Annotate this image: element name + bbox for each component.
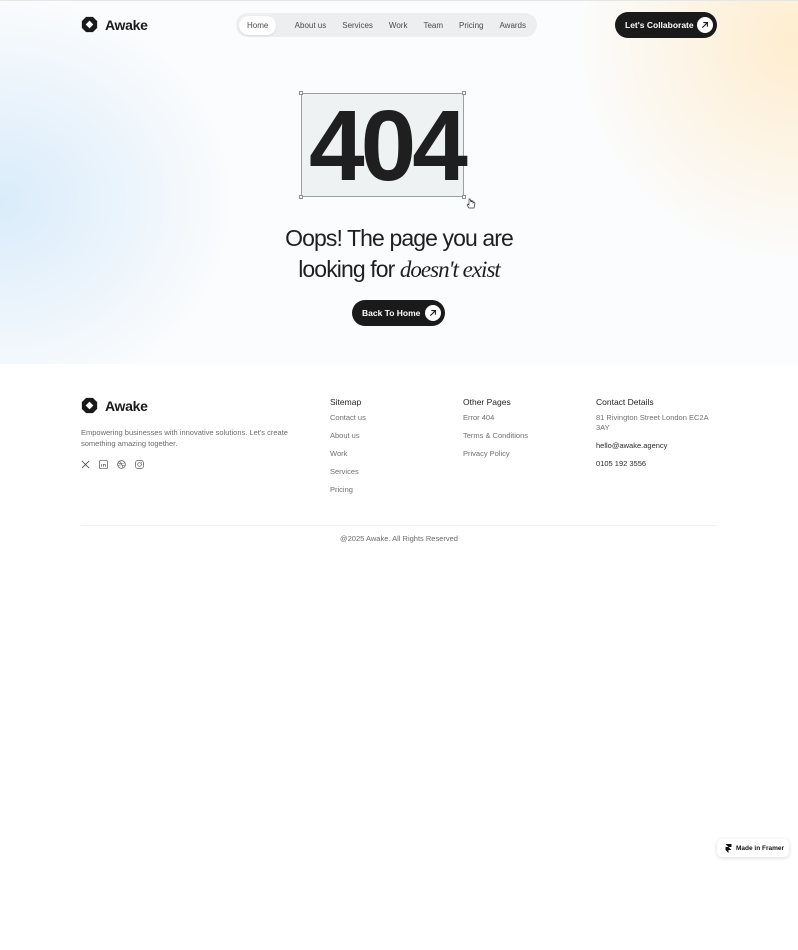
- awake-logo-icon: [81, 397, 98, 414]
- contact-email-link[interactable]: hello@awake.agency: [596, 441, 717, 451]
- sitemap-link-about[interactable]: About us: [330, 431, 366, 441]
- footer-logo[interactable]: Awake: [81, 397, 148, 414]
- main-nav: Home About us Services Work Team Pricing…: [236, 13, 537, 37]
- nav-item-services[interactable]: Services: [334, 16, 381, 35]
- sitemap-link-contact[interactable]: Contact us: [330, 413, 366, 423]
- footer-description: Empowering businesses with innovative so…: [81, 428, 288, 448]
- resize-handle[interactable]: [299, 91, 303, 95]
- framer-icon: [725, 843, 732, 853]
- arrow-up-right-icon: [697, 17, 713, 33]
- made-in-framer-badge[interactable]: Made in Framer: [717, 839, 789, 857]
- other-link-terms[interactable]: Terms & Conditions: [463, 431, 528, 441]
- other-pages-column: Other Pages Error 404 Terms & Conditions…: [463, 397, 528, 467]
- nav-item-home[interactable]: Home: [239, 15, 277, 35]
- other-link-error-404[interactable]: Error 404: [463, 413, 528, 423]
- other-pages-title: Other Pages: [463, 397, 511, 407]
- nav-item-awards[interactable]: Awards: [491, 16, 534, 35]
- footer-brand-name: Awake: [105, 397, 148, 414]
- resize-handle[interactable]: [299, 195, 303, 199]
- brand-name: Awake: [105, 16, 148, 33]
- made-in-framer-label: Made in Framer: [736, 844, 785, 852]
- sitemap-link-pricing[interactable]: Pricing: [330, 485, 366, 495]
- nav-item-about-us[interactable]: About us: [287, 16, 335, 35]
- lets-collaborate-label: Let's Collaborate: [625, 20, 694, 30]
- error-code: 404: [309, 90, 468, 202]
- instagram-icon[interactable]: [135, 460, 144, 469]
- other-link-privacy[interactable]: Privacy Policy: [463, 449, 528, 459]
- x-icon[interactable]: [81, 460, 90, 469]
- sitemap-column: Sitemap Contact us About us Work Service…: [330, 397, 366, 503]
- lets-collaborate-button[interactable]: Let's Collaborate: [615, 12, 717, 38]
- nav-item-work[interactable]: Work: [381, 16, 416, 35]
- social-links: [81, 460, 144, 469]
- arrow-up-right-icon: [425, 305, 441, 321]
- headline-line-1: Oops! The page you are: [285, 225, 514, 251]
- contact-phone-link[interactable]: 0105 192 3556: [596, 459, 717, 469]
- awake-logo-icon: [81, 16, 98, 33]
- linkedin-icon[interactable]: [99, 460, 108, 469]
- contact-column: Contact Details 81 Rivington Street Lond…: [596, 397, 717, 477]
- back-to-home-button[interactable]: Back To Home: [352, 300, 445, 326]
- sitemap-title: Sitemap: [330, 397, 362, 407]
- footer-divider: [81, 525, 717, 526]
- hand-cursor-icon: [466, 198, 476, 209]
- sitemap-link-work[interactable]: Work: [330, 449, 366, 459]
- dribbble-icon[interactable]: [117, 460, 126, 469]
- sitemap-link-services[interactable]: Services: [330, 467, 366, 477]
- error-headline: Oops! The page you are looking for doesn…: [250, 223, 548, 285]
- headline-line-2: looking for: [298, 256, 400, 282]
- contact-address: 81 Rivington Street London EC2A 3AY: [596, 413, 709, 432]
- hero-section: Awake Home About us Services Work Team P…: [0, 0, 798, 364]
- brand-logo[interactable]: Awake: [81, 16, 148, 33]
- contact-title: Contact Details: [596, 397, 654, 407]
- copyright: @2025 Awake. All Rights Reserved: [340, 534, 458, 543]
- nav-item-pricing[interactable]: Pricing: [451, 16, 491, 35]
- headline-italic: doesn't exist: [399, 257, 501, 282]
- nav-item-team[interactable]: Team: [415, 16, 451, 35]
- back-to-home-label: Back To Home: [362, 308, 421, 318]
